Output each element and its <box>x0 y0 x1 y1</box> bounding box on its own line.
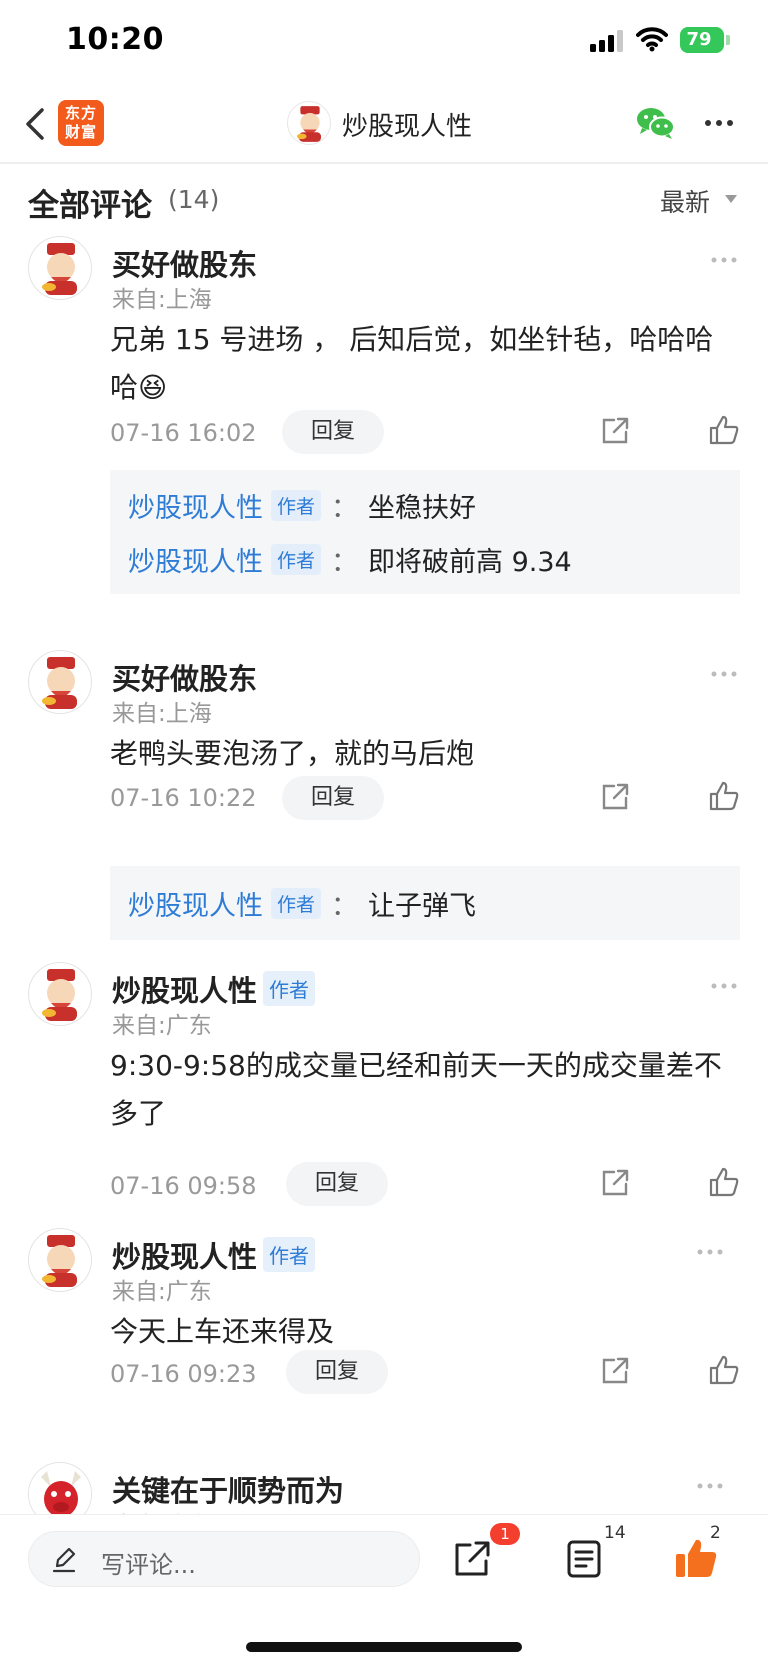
cellular-signal-icon <box>590 30 626 52</box>
more-icon[interactable] <box>696 1248 724 1256</box>
comment-username[interactable]: 炒股现人性 作者 <box>112 1234 316 1276</box>
comment-item: 关键在于顺势而为 来自:广东 <box>0 1462 768 1514</box>
avatar[interactable] <box>28 1462 92 1514</box>
comment-item: 买好做股东 来自:上海 兄弟 15 号进场 ， 后知后觉，如坐针毡，哈哈哈哈😆 … <box>0 236 768 636</box>
more-icon[interactable] <box>710 670 738 678</box>
more-icon[interactable] <box>710 982 738 990</box>
comment-location: 来自:上海 <box>112 701 212 727</box>
author-avatar[interactable] <box>287 101 331 145</box>
back-icon[interactable] <box>22 102 50 146</box>
comments-count: (14) <box>168 185 220 214</box>
reply-item[interactable]: 炒股现人性 作者 ： 即将破前高 9.34 <box>128 540 572 579</box>
battery-icon: 79 <box>680 27 730 53</box>
avatar[interactable] <box>28 1228 92 1292</box>
author-badge: 作者 <box>271 490 322 521</box>
reply-text: 坐稳扶好 <box>368 493 477 524</box>
top-nav-bar: 东方财富 炒股现人性 <box>0 84 768 164</box>
app-screen: 10:20 79 东方财富 炒股现人性 全部评论 (14) 最新 买好做股东 来… <box>0 0 768 1663</box>
nav-title: 炒股现人性 <box>342 112 473 142</box>
comment-time: 07-16 10:22 <box>110 784 257 812</box>
pen-icon <box>52 1547 76 1573</box>
comment-text: 老鸭头要泡汤了，就的马后炮 <box>110 737 475 770</box>
author-badge: 作者 <box>271 888 322 919</box>
brand-logo[interactable]: 东方财富 <box>58 100 104 146</box>
comment-count: 14 <box>604 1523 626 1543</box>
comments-header: 全部评论 (14) 最新 <box>0 166 768 232</box>
comment-username[interactable]: 关键在于顺势而为 <box>112 1468 344 1510</box>
comment-text: 兄弟 15 号进场 ， 后知后觉，如坐针毡，哈哈哈哈😆 <box>110 323 714 404</box>
comment-item: 买好做股东 来自:上海 老鸭头要泡汤了，就的马后炮 07-16 10:22 回复… <box>0 650 768 950</box>
reply-author[interactable]: 炒股现人性 <box>128 547 263 578</box>
share-icon[interactable] <box>600 1168 630 1198</box>
reply-thread: 炒股现人性 作者 ： 坐稳扶好 炒股现人性 作者 ： 即将破前高 9.34 <box>110 470 740 594</box>
more-icon[interactable] <box>704 118 734 128</box>
comment-username[interactable]: 买好做股东 <box>112 242 257 284</box>
author-badge: 作者 <box>263 971 316 1006</box>
bottom-action-bar: 写评论... 1 14 2 <box>0 1514 768 1663</box>
like-count: 2 <box>710 1523 721 1543</box>
sort-dropdown[interactable]: 最新 <box>660 183 710 219</box>
comments-list-icon[interactable] <box>566 1539 602 1579</box>
home-indicator[interactable] <box>246 1642 522 1652</box>
comment-text: 9:30-9:58的成交量已经和前天一天的成交量差不多了 <box>110 1049 722 1130</box>
comment-username-text[interactable]: 炒股现人性 <box>112 1240 257 1274</box>
share-icon[interactable] <box>600 416 630 446</box>
comment-time: 07-16 09:23 <box>110 1360 257 1388</box>
avatar[interactable] <box>28 962 92 1026</box>
comment-username-text[interactable]: 炒股现人性 <box>112 974 257 1008</box>
share-icon[interactable] <box>600 782 630 812</box>
reply-button[interactable]: 回复 <box>286 1350 388 1394</box>
comment-time: 07-16 09:58 <box>110 1172 257 1200</box>
reply-text: 即将破前高 9.34 <box>368 547 572 578</box>
like-icon[interactable] <box>708 414 740 446</box>
comment-item: 炒股现人性 作者 来自:广东 今天上车还来得及 07-16 09:23 回复 <box>0 1228 768 1408</box>
wifi-icon <box>636 27 668 52</box>
reply-colon: ： <box>331 891 359 922</box>
avatar[interactable] <box>28 650 92 714</box>
battery-level: 79 <box>686 29 712 50</box>
reply-colon: ： <box>331 493 359 524</box>
avatar[interactable] <box>28 236 92 300</box>
comments-title: 全部评论 <box>28 188 152 224</box>
status-bar: 10:20 79 <box>0 0 768 84</box>
reply-author[interactable]: 炒股现人性 <box>128 493 263 524</box>
comment-location: 来自:广东 <box>112 1506 212 1514</box>
comment-username[interactable]: 炒股现人性 作者 <box>112 968 316 1010</box>
comment-location: 来自:上海 <box>112 287 212 313</box>
like-icon[interactable] <box>674 1537 718 1579</box>
like-icon[interactable] <box>708 780 740 812</box>
like-icon[interactable] <box>708 1354 740 1386</box>
reply-thread: 炒股现人性 作者 ： 让子弹飞 <box>110 866 740 940</box>
comment-item: 炒股现人性 作者 来自:广东 9:30-9:58的成交量已经和前天一天的成交量差不… <box>0 962 768 1210</box>
wechat-icon[interactable] <box>636 106 676 140</box>
comment-text: 今天上车还来得及 <box>110 1315 335 1348</box>
reply-author[interactable]: 炒股现人性 <box>128 891 263 922</box>
reply-colon: ： <box>331 547 359 578</box>
share-icon[interactable] <box>600 1356 630 1386</box>
more-icon[interactable] <box>696 1482 724 1490</box>
comment-time: 07-16 16:02 <box>110 419 257 447</box>
author-badge: 作者 <box>263 1237 316 1272</box>
comment-input[interactable]: 写评论... <box>28 1531 420 1587</box>
chevron-down-icon[interactable] <box>724 194 738 204</box>
reply-button[interactable]: 回复 <box>286 1162 388 1206</box>
reply-button[interactable]: 回复 <box>282 776 384 820</box>
share-badge: 1 <box>490 1523 520 1545</box>
share-icon[interactable] <box>452 1539 492 1579</box>
reply-button[interactable]: 回复 <box>282 410 384 454</box>
reply-item[interactable]: 炒股现人性 作者 ： 坐稳扶好 <box>128 486 476 525</box>
comment-username[interactable]: 买好做股东 <box>112 656 257 698</box>
like-icon[interactable] <box>708 1166 740 1198</box>
comment-location: 来自:广东 <box>112 1013 212 1039</box>
more-icon[interactable] <box>710 256 738 264</box>
reply-text: 让子弹飞 <box>368 891 477 922</box>
status-time: 10:20 <box>66 22 164 57</box>
comment-location: 来自:广东 <box>112 1279 212 1305</box>
author-badge: 作者 <box>271 544 322 575</box>
comment-input-placeholder[interactable]: 写评论... <box>101 1545 196 1580</box>
reply-item[interactable]: 炒股现人性 作者 ： 让子弹飞 <box>128 884 476 923</box>
